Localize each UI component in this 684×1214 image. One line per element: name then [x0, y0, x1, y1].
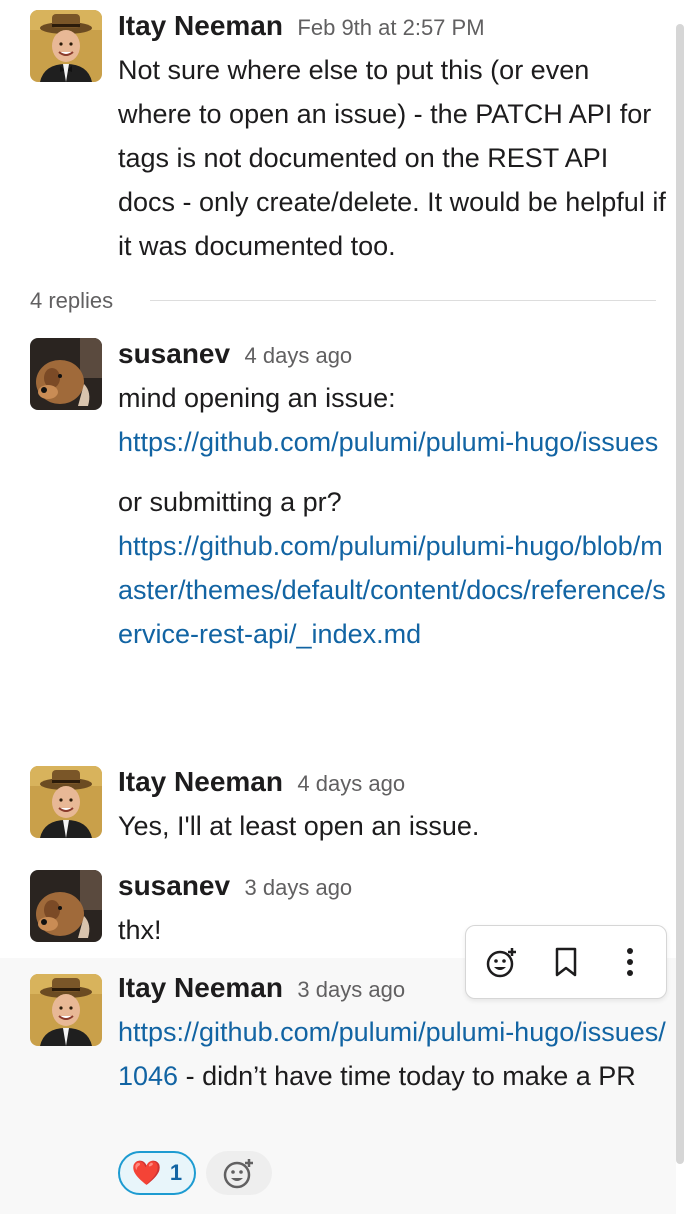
message-author[interactable]: susanev	[118, 870, 230, 901]
message-timestamp[interactable]: 3 days ago	[245, 875, 353, 900]
message-author[interactable]: Itay Neeman	[118, 766, 283, 797]
message-author[interactable]: Itay Neeman	[118, 972, 283, 1003]
avatar-itay[interactable]	[30, 10, 102, 82]
heart-icon: ❤️	[131, 1159, 162, 1187]
avatar-itay[interactable]	[30, 766, 102, 838]
message-text: mind opening an issue:	[118, 383, 396, 413]
divider-line	[150, 300, 656, 301]
message-timestamp[interactable]: 4 days ago	[245, 343, 353, 368]
avatar-susanev[interactable]	[30, 338, 102, 410]
docs-link[interactable]: https://github.com/pulumi/pulumi-hugo/bl…	[118, 531, 666, 649]
reply-message: susanev 4 days ago mind opening an issue…	[0, 330, 676, 750]
message-body: mind opening an issue: https://github.co…	[118, 376, 666, 656]
avatar-susanev[interactable]	[30, 870, 102, 942]
message-body: https://github.com/pulumi/pulumi-hugo/is…	[118, 1010, 666, 1098]
avatar-itay[interactable]	[30, 974, 102, 1046]
add-reaction-button[interactable]	[206, 1151, 272, 1195]
replies-divider: 4 replies	[30, 284, 656, 318]
message-text: Yes, I'll at least open an issue.	[118, 811, 480, 841]
bookmark-icon	[555, 947, 577, 977]
bookmark-action[interactable]	[544, 940, 588, 984]
replies-count: 4 replies	[30, 288, 114, 313]
add-reaction-icon	[486, 948, 516, 978]
add-reaction-icon	[223, 1159, 253, 1189]
message-timestamp[interactable]: 4 days ago	[297, 771, 405, 796]
heart-reaction[interactable]: ❤️ 1	[118, 1151, 196, 1195]
message-timestamp[interactable]: Feb 9th at 2:57 PM	[297, 15, 484, 40]
message-text: or submitting a pr?	[118, 487, 342, 517]
message-timestamp[interactable]: 3 days ago	[297, 977, 405, 1002]
message-text: - didn’t have time today to make a PR	[178, 1061, 636, 1091]
scrollbar[interactable]	[676, 24, 684, 1164]
message-author[interactable]: susanev	[118, 338, 230, 369]
message-author[interactable]: Itay Neeman	[118, 10, 283, 41]
message-text: Not sure where else to put this (or even…	[118, 55, 666, 261]
more-actions[interactable]	[608, 940, 652, 984]
message-actions-toolbar	[465, 925, 667, 999]
parent-message: Itay Neeman Feb 9th at 2:57 PM Not sure …	[0, 0, 676, 280]
add-reaction-action[interactable]	[480, 940, 524, 984]
issues-link[interactable]: https://github.com/pulumi/pulumi-hugo/is…	[118, 427, 658, 457]
reply-message: Itay Neeman 4 days ago Yes, I'll at leas…	[0, 762, 676, 862]
reaction-count: 1	[169, 1160, 183, 1185]
more-actions-icon	[627, 948, 633, 976]
